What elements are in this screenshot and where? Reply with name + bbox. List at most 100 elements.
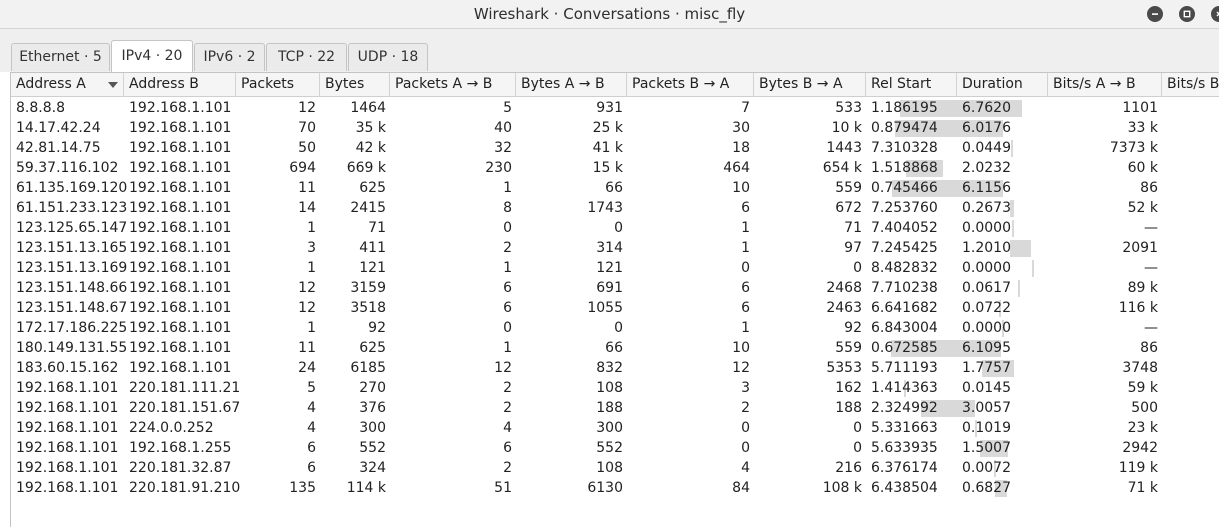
tab-ipv6[interactable]: IPv6 · 2 xyxy=(194,43,265,71)
cell-rel-start: 7.710238 xyxy=(871,280,938,296)
table-row[interactable]: 14.17.42.24 192.168.1.101 70 35 k 40 25 k 30 10… xyxy=(11,118,1219,138)
table-row[interactable]: 183.60.15.162 192.168.1.101 24 6185 12 832 12 5… xyxy=(11,358,1219,378)
header-packets-b-to-a[interactable]: Packets B → A xyxy=(627,73,754,97)
cell-bytes: 35 k xyxy=(355,120,386,136)
header-label: Address B xyxy=(129,76,199,92)
cell-bytes-b-to-a: 71 xyxy=(844,220,862,236)
cell-bytes-b-to-a: 0 xyxy=(853,420,862,436)
cell-packets-b-to-a: 12 xyxy=(732,360,750,376)
cell-bits-a-to-b: 7373 k xyxy=(1109,140,1158,156)
minimize-icon[interactable] xyxy=(1147,6,1163,22)
cell-bits-a-to-b: 86 xyxy=(1140,340,1158,356)
table-row[interactable]: 59.37.116.102 192.168.1.101 694 669 k 230 15 … xyxy=(11,158,1219,178)
cell-packets-a-to-b: 4 xyxy=(503,420,512,436)
cell-bits-b-to-a xyxy=(1162,298,1219,318)
table-row[interactable]: 180.149.131.55 192.168.1.101 11 625 1 66 10 559… xyxy=(11,338,1219,358)
tab-tcp[interactable]: TCP · 22 xyxy=(266,43,347,71)
table-row[interactable]: 192.168.1.101 220.181.91.210 135 114 k 51 613… xyxy=(11,478,1219,498)
cell-packets-a-to-b: 1 xyxy=(503,180,512,196)
cell-bytes-b-to-a: 92 xyxy=(844,320,862,336)
header-packets[interactable]: Packets xyxy=(236,73,320,97)
header-duration[interactable]: Duration xyxy=(957,73,1048,97)
cell-bits-a-to-b: 116 k xyxy=(1118,300,1158,316)
table-row[interactable]: 8.8.8.8 192.168.1.101 12 1464 5 931 7 533 1.1861… xyxy=(11,98,1219,118)
table-row[interactable]: 123.151.148.67 192.168.1.101 12 3518 6 1055 6 2… xyxy=(11,298,1219,318)
tab-ethernet[interactable]: Ethernet · 5 xyxy=(11,43,110,71)
cell-duration: 6.0176 xyxy=(962,120,1011,136)
cell-bytes: 2415 xyxy=(350,200,386,216)
cell-packets-a-to-b: 0 xyxy=(503,220,512,236)
cell-bytes: 3518 xyxy=(350,300,386,316)
header-address-a[interactable]: Address A xyxy=(11,73,124,97)
cell-bytes-b-to-a: 10 k xyxy=(831,120,862,136)
tab-udp[interactable]: UDP · 18 xyxy=(348,43,428,71)
cell-bytes-b-to-a: 559 xyxy=(835,340,862,356)
header-bytes[interactable]: Bytes xyxy=(320,73,390,97)
header-bits-b-to-a[interactable]: Bits/s B xyxy=(1162,73,1219,97)
cell-packets-a-to-b: 230 xyxy=(485,160,512,176)
cell-address-b: 192.168.1.101 xyxy=(129,120,232,136)
cell-bits-a-to-b: — xyxy=(1144,260,1158,276)
window-title: Wireshark · Conversations · misc_fly xyxy=(473,5,746,23)
table-row[interactable]: 61.151.233.123 192.168.1.101 14 2415 8 1743 6 6… xyxy=(11,198,1219,218)
cell-rel-start: 7.404052 xyxy=(871,220,938,236)
cell-address-b: 192.168.1.101 xyxy=(129,300,232,316)
cell-duration: 0.2673 xyxy=(962,200,1011,216)
table-row[interactable]: 42.81.14.75 192.168.1.101 50 42 k 32 41 k 18 14… xyxy=(11,138,1219,158)
cell-packets: 24 xyxy=(298,360,316,376)
cell-packets-b-to-a: 3 xyxy=(741,380,750,396)
cell-address-a: 14.17.42.24 xyxy=(16,120,101,136)
table-row[interactable]: 61.135.169.120 192.168.1.101 11 625 1 66 10 559… xyxy=(11,178,1219,198)
table-row[interactable]: 192.168.1.101 220.181.151.67 4 376 2 188 2 188 2… xyxy=(11,398,1219,418)
conversations-table[interactable]: Address A Address B Packets Bytes Packets A … xyxy=(10,72,1219,527)
cell-address-a: 192.168.1.101 xyxy=(16,380,119,396)
cell-bytes-a-to-b: 66 xyxy=(605,180,623,196)
cell-bytes: 270 xyxy=(359,380,386,396)
table-row[interactable]: 192.168.1.101 220.181.111.21 5 270 2 108 3 162 1… xyxy=(11,378,1219,398)
cell-packets-a-to-b: 5 xyxy=(503,100,512,116)
header-packets-a-to-b[interactable]: Packets A → B xyxy=(390,73,516,97)
cell-packets: 6 xyxy=(307,460,316,476)
cell-bits-a-to-b: 60 k xyxy=(1127,160,1158,176)
cell-bits-a-to-b: 2942 xyxy=(1122,440,1158,456)
header-address-b[interactable]: Address B xyxy=(124,73,236,97)
table-row[interactable]: 123.151.13.169 192.168.1.101 1 121 1 121 0 0 8.4… xyxy=(11,258,1219,278)
cell-rel-start: 7.310328 xyxy=(871,140,938,156)
table-row[interactable]: 192.168.1.101 220.181.32.87 6 324 2 108 4 216 6.… xyxy=(11,458,1219,478)
table-row[interactable]: 172.17.186.225 192.168.1.101 1 92 0 0 1 92 6.843… xyxy=(11,318,1219,338)
cell-packets-b-to-a: 4 xyxy=(741,460,750,476)
header-label: Duration xyxy=(962,76,1023,92)
cell-packets-a-to-b: 6 xyxy=(503,280,512,296)
cell-packets-b-to-a: 6 xyxy=(741,300,750,316)
cell-bytes-a-to-b: 1743 xyxy=(587,200,623,216)
cell-packets-a-to-b: 12 xyxy=(494,360,512,376)
cell-bytes-b-to-a: 654 k xyxy=(822,160,862,176)
cell-duration: 0.0072 xyxy=(962,460,1011,476)
header-rel-start[interactable]: Rel Start xyxy=(866,73,957,97)
tab-ipv4[interactable]: IPv4 · 20 xyxy=(111,40,193,72)
table-row[interactable]: 192.168.1.101 192.168.1.255 6 552 6 552 0 0 5.63… xyxy=(11,438,1219,458)
cell-address-b: 192.168.1.101 xyxy=(129,200,232,216)
cell-bytes: 3159 xyxy=(350,280,386,296)
cell-bytes-b-to-a: 559 xyxy=(835,180,862,196)
table-row[interactable]: 192.168.1.101 224.0.0.252 4 300 4 300 0 0 5.3316… xyxy=(11,418,1219,438)
cell-address-b: 220.181.111.21 xyxy=(129,380,241,396)
cell-bytes-a-to-b: 108 xyxy=(596,380,623,396)
table-row[interactable]: 123.151.148.66 192.168.1.101 12 3159 6 691 6 24… xyxy=(11,278,1219,298)
cell-address-b: 192.168.1.101 xyxy=(129,180,232,196)
maximize-icon[interactable] xyxy=(1179,6,1195,22)
header-bytes-a-to-b[interactable]: Bytes A → B xyxy=(516,73,627,97)
cell-duration: 1.2010 xyxy=(962,240,1011,256)
cell-bytes-a-to-b: 108 xyxy=(596,460,623,476)
header-bits-a-to-b[interactable]: Bits/s A → B xyxy=(1048,73,1162,97)
cell-bits-b-to-a xyxy=(1162,138,1219,158)
cell-packets-a-to-b: 0 xyxy=(503,320,512,336)
cell-bytes-a-to-b: 314 xyxy=(596,240,623,256)
cell-bytes: 411 xyxy=(359,240,386,256)
header-bytes-b-to-a[interactable]: Bytes B → A xyxy=(754,73,866,97)
cell-packets-b-to-a: 10 xyxy=(732,340,750,356)
table-row[interactable]: 123.125.65.147 192.168.1.101 1 71 0 0 1 71 7.404… xyxy=(11,218,1219,238)
cell-bytes-b-to-a: 162 xyxy=(835,380,862,396)
table-row[interactable]: 123.151.13.165 192.168.1.101 3 411 2 314 1 97 7.… xyxy=(11,238,1219,258)
cell-bits-b-to-a xyxy=(1162,218,1219,238)
